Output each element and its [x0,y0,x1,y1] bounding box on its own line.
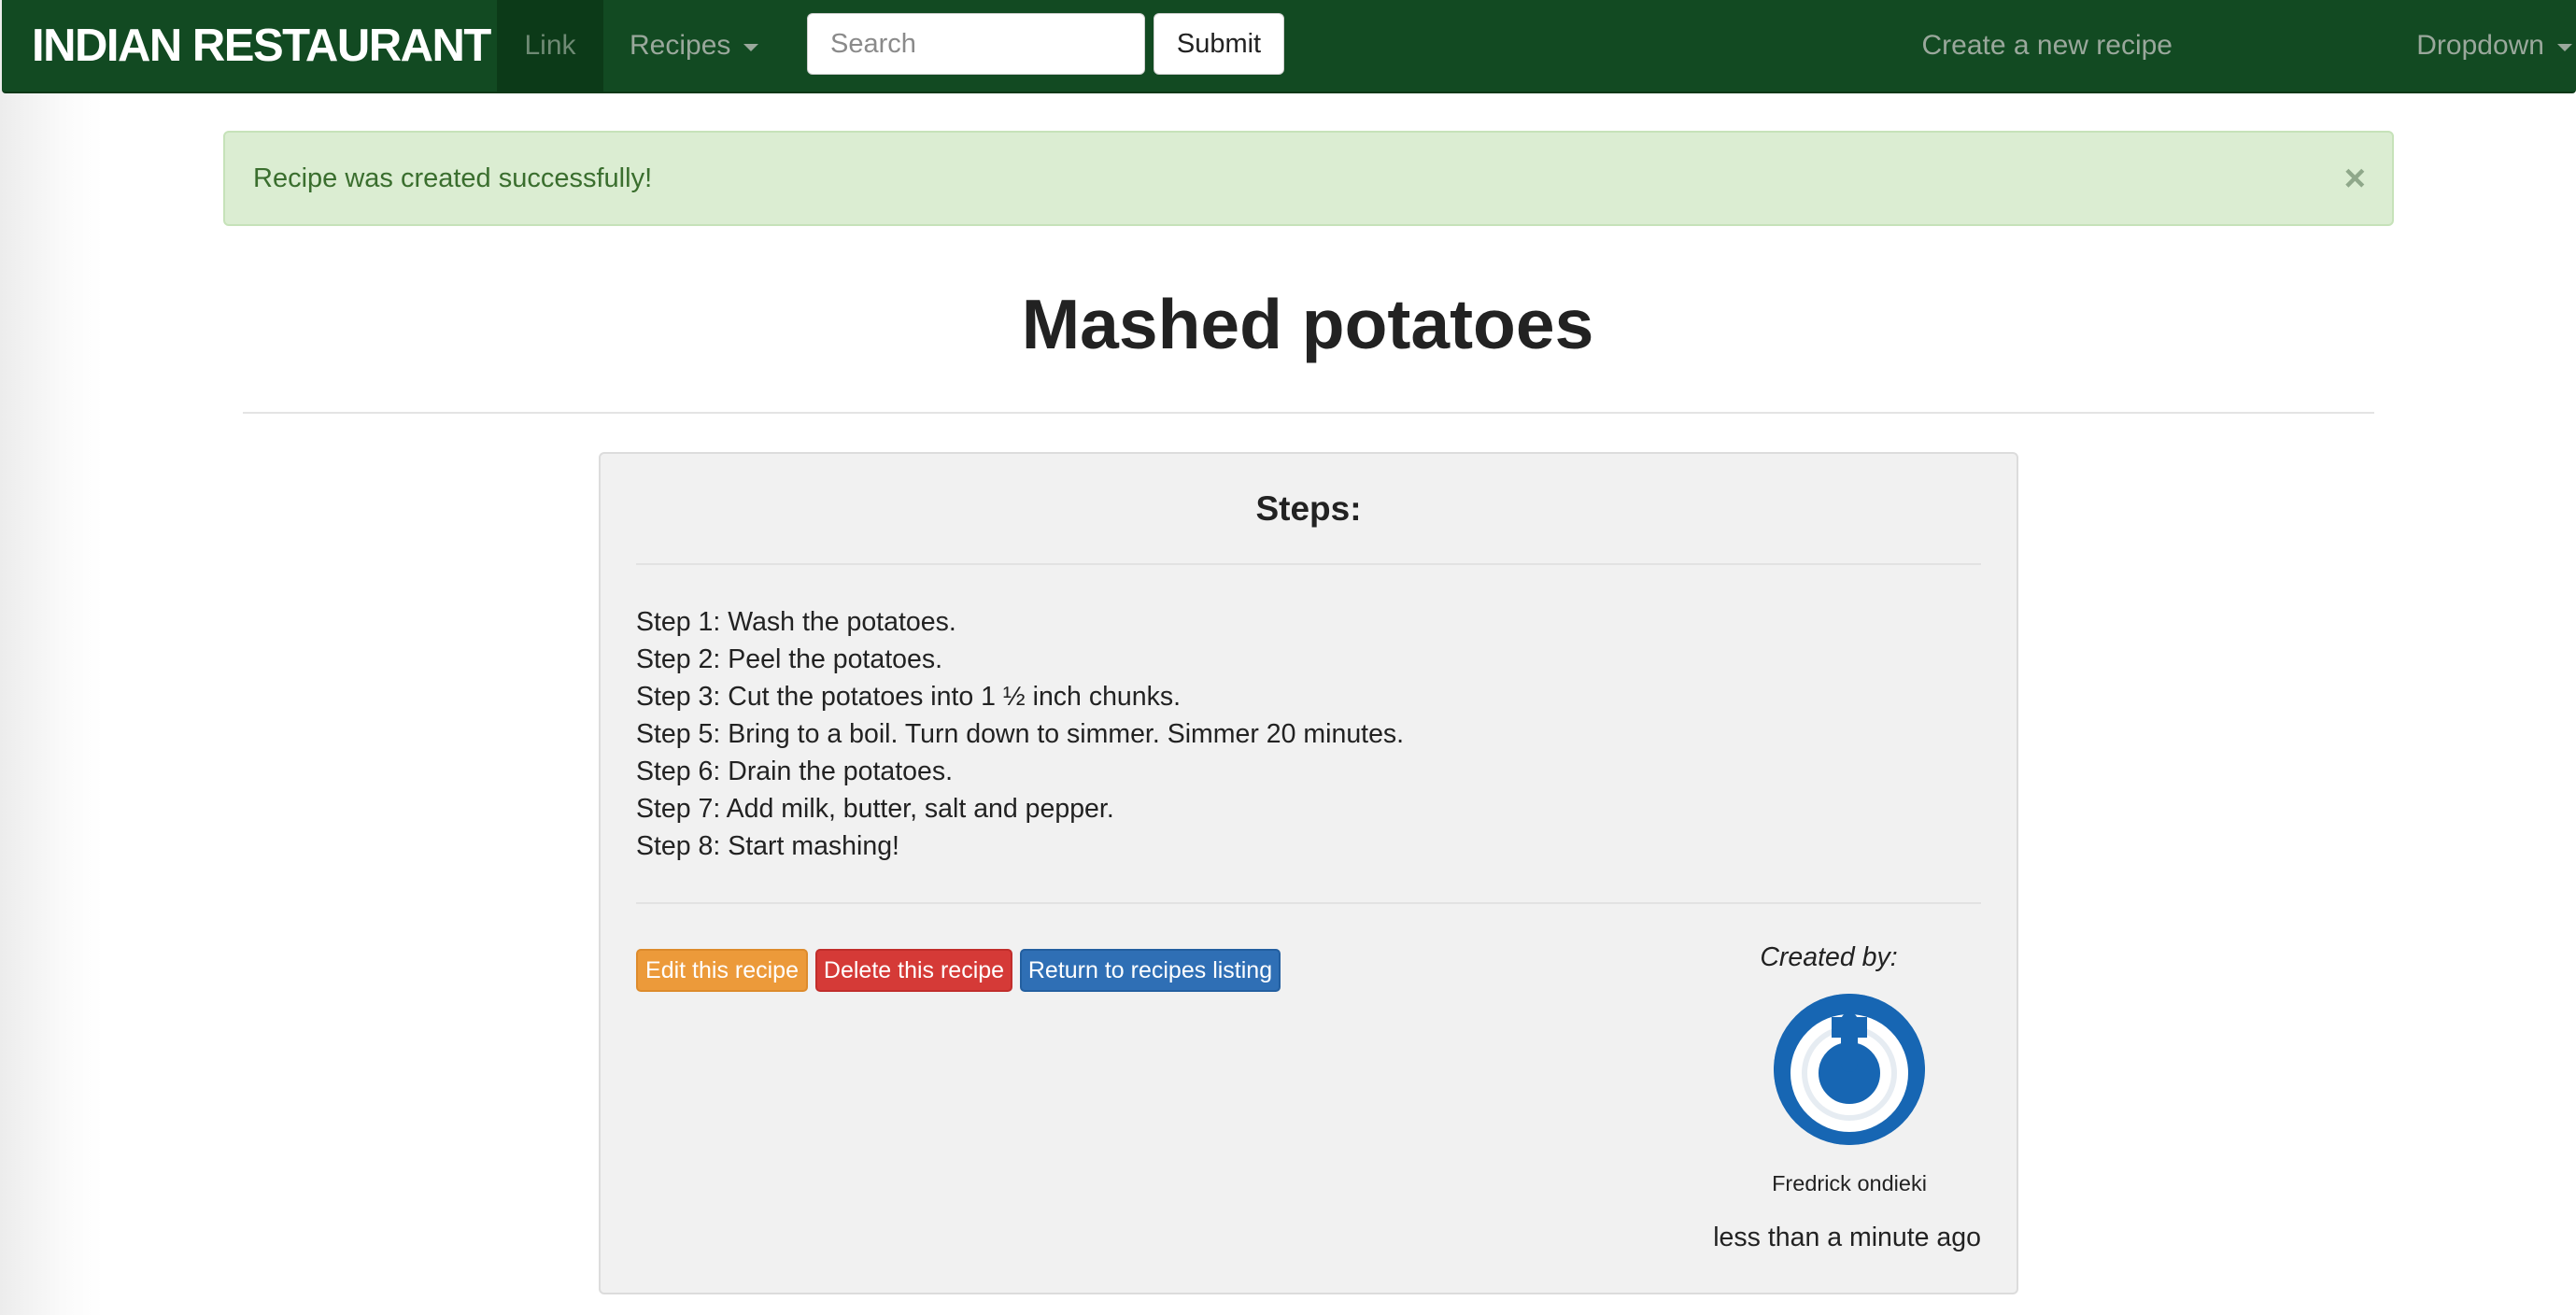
step-item: Step 3: Cut the potatoes into 1 ½ inch c… [636,682,1182,712]
step-item: Step 2: Peel the potatoes. [636,644,942,674]
steps-divider-bottom [636,902,1981,904]
dropdown-label: Dropdown [2416,30,2544,61]
dropdown-toggle[interactable]: Dropdown [2416,0,2572,92]
caret-down-icon [743,44,759,51]
step-item: Step 5: Bring to a boil. Turn down to si… [636,719,1405,749]
nav-link[interactable]: Link [497,0,603,92]
edit-recipe-button[interactable]: Edit this recipe [636,949,808,992]
brand-link[interactable]: INDIAN RESTAURANT [32,0,491,92]
delete-recipe-button[interactable]: Delete this recipe [815,949,1012,992]
step-item: Step 8: Start mashing! [636,831,899,861]
step-item: Step 6: Drain the potatoes. [636,756,954,786]
steps-heading: Steps: [1255,489,1362,528]
search-input[interactable] [807,13,1145,75]
recipes-label: Recipes [630,30,731,61]
recipes-dropdown-toggle[interactable]: Recipes [630,0,759,92]
steps-list: Step 1: Wash the potatoes. Step 2: Peel … [636,603,1404,865]
close-icon[interactable]: × [2344,133,2366,224]
alert-message: Recipe was created successfully! [253,163,653,193]
navbar: INDIAN RESTAURANT Link Recipes Submit Cr… [2,0,2576,93]
created-by-label: Created by: [1760,942,1898,972]
left-shade [0,0,103,1315]
create-recipe-link[interactable]: Create a new recipe [1922,0,2173,92]
step-item: Step 7: Add milk, butter, salt and peppe… [636,794,1114,824]
power-icon [1774,994,1925,1145]
page-title: Mashed potatoes [1021,285,1594,363]
author-name: Fredrick ondieki [1772,1171,1927,1195]
step-item: Step 1: Wash the potatoes. [636,607,956,637]
created-timestamp: less than a minute ago [1713,1223,1981,1252]
success-alert: Recipe was created successfully! × [223,131,2394,226]
submit-button[interactable]: Submit [1154,13,1284,75]
page: INDIAN RESTAURANT Link Recipes Submit Cr… [0,0,2576,1315]
recipe-panel: Steps: Step 1: Wash the potatoes. Step 2… [599,452,2018,1294]
avatar [1774,994,1925,1145]
return-to-listing-button[interactable]: Return to recipes listing [1020,949,1281,992]
caret-down-icon [2557,44,2572,51]
steps-divider-top [636,563,1981,565]
title-divider [243,412,2374,414]
